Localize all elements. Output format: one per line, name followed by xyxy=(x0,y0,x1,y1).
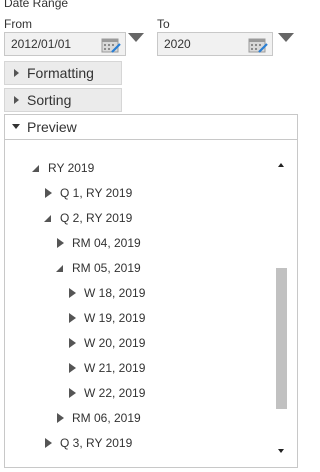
tree-collapsed-icon[interactable] xyxy=(69,338,76,348)
tree-item-label: W 18, 2019 xyxy=(84,286,146,300)
from-date-value: 2012/01/01 xyxy=(11,37,72,51)
tree-collapsed-icon[interactable] xyxy=(57,238,64,248)
tree-item-label: RY 2019 xyxy=(48,161,95,175)
tree-item-label: W 19, 2019 xyxy=(84,311,146,325)
tree-item-label: W 22, 2019 xyxy=(84,386,146,400)
preview-panel: Preview RY 2019 Q 1, RY 2019 Q 2, RY 201… xyxy=(4,114,298,468)
tree-item-label: Q 3, RY 2019 xyxy=(60,436,133,450)
tree-expanded-icon[interactable] xyxy=(56,265,63,272)
calendar-icon[interactable] xyxy=(248,36,268,53)
triangle-right-icon xyxy=(14,69,19,77)
tree-collapsed-icon[interactable] xyxy=(69,388,76,398)
from-dropdown-chevron-down-icon[interactable] xyxy=(128,33,144,42)
tree-item-label: RM 05, 2019 xyxy=(72,261,141,275)
scrollbar-thumb[interactable] xyxy=(276,268,287,409)
tree-collapsed-icon[interactable] xyxy=(69,363,76,373)
to-label: To xyxy=(157,17,170,31)
sorting-label: Sorting xyxy=(27,92,72,108)
tree-expanded-icon[interactable] xyxy=(32,165,39,172)
to-date-value: 2020 xyxy=(164,37,191,51)
preview-section-header[interactable]: Preview xyxy=(5,115,297,140)
tree-item-label: RM 04, 2019 xyxy=(72,236,141,250)
to-date-input[interactable]: 2020 xyxy=(157,32,273,56)
tree-collapsed-icon[interactable] xyxy=(69,313,76,323)
tree-item-label: W 21, 2019 xyxy=(84,361,146,375)
to-dropdown-chevron-down-icon[interactable] xyxy=(278,33,294,42)
tree-item-label: W 20, 2019 xyxy=(84,336,146,350)
preview-scrollbar[interactable] xyxy=(274,155,289,461)
tree-collapsed-icon[interactable] xyxy=(69,288,76,298)
tree-item-label: RM 06, 2019 xyxy=(72,411,141,425)
formatting-section-header[interactable]: Formatting xyxy=(4,61,122,85)
scroll-down-icon[interactable] xyxy=(278,449,284,453)
date-range-label: Date Range xyxy=(4,0,69,10)
tree-item-label: Q 1, RY 2019 xyxy=(60,186,133,200)
tree-expanded-icon[interactable] xyxy=(44,215,51,222)
tree-collapsed-icon[interactable] xyxy=(45,438,52,448)
from-label: From xyxy=(4,17,32,31)
sorting-section-header[interactable]: Sorting xyxy=(4,88,122,112)
formatting-label: Formatting xyxy=(27,65,94,81)
triangle-down-icon xyxy=(12,124,20,129)
calendar-icon[interactable] xyxy=(101,36,121,53)
tree-collapsed-icon[interactable] xyxy=(57,413,64,423)
scroll-up-icon[interactable] xyxy=(278,163,284,167)
tree-item-label: Q 2, RY 2019 xyxy=(60,211,133,225)
tree-collapsed-icon[interactable] xyxy=(45,188,52,198)
triangle-right-icon xyxy=(14,96,19,104)
preview-label: Preview xyxy=(27,119,77,135)
from-date-input[interactable]: 2012/01/01 xyxy=(4,32,126,56)
